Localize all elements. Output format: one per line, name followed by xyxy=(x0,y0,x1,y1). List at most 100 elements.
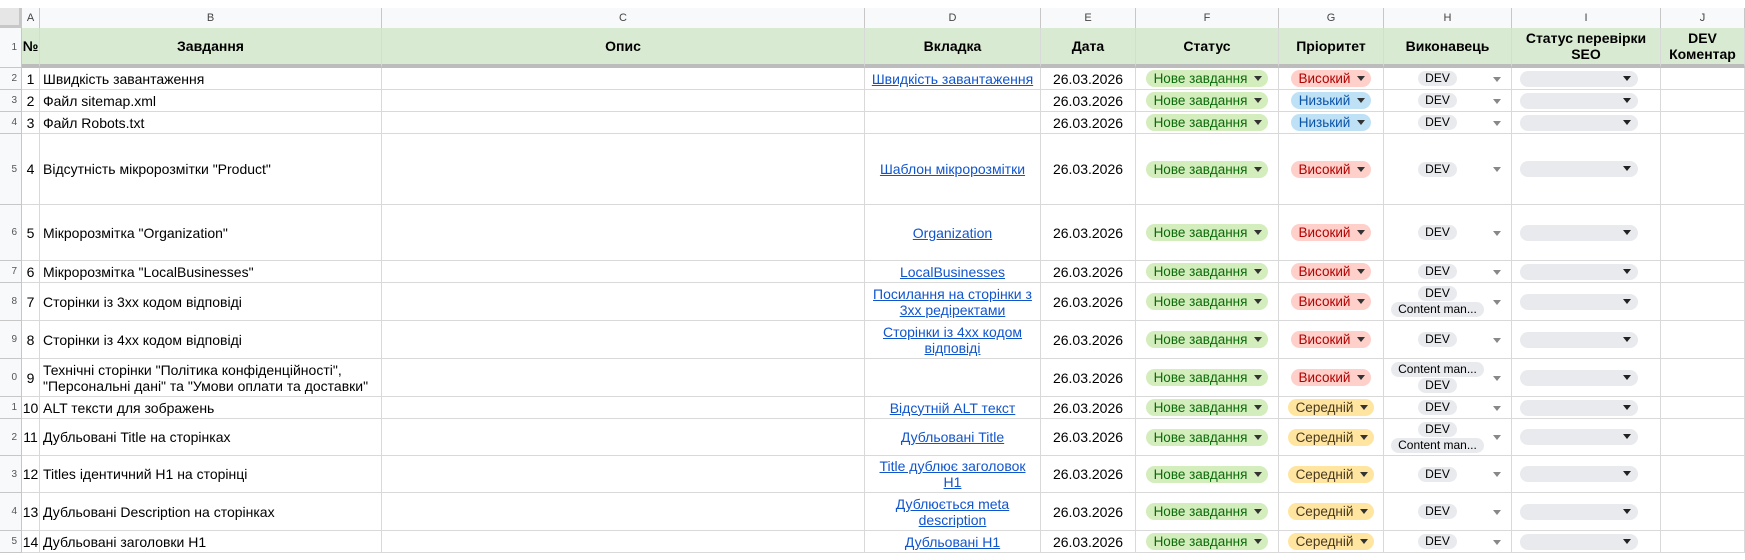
cell-status[interactable]: Нове завдання xyxy=(1136,90,1279,112)
header-desc[interactable]: Опис xyxy=(382,28,865,68)
seo-status-dropdown[interactable] xyxy=(1520,161,1638,177)
status-dropdown[interactable]: Нове завдання xyxy=(1145,263,1269,280)
assignee-dropdown[interactable]: DEV xyxy=(1384,261,1511,282)
priority-dropdown[interactable]: Середній xyxy=(1287,533,1375,550)
status-dropdown[interactable]: Нове завдання xyxy=(1145,503,1269,520)
column-letter-g[interactable]: G xyxy=(1279,8,1384,28)
row-number[interactable]: 3 xyxy=(0,456,22,493)
cell-assignee[interactable]: DEV xyxy=(1384,321,1512,359)
cell-num[interactable]: 6 xyxy=(22,261,40,283)
assignee-dropdown[interactable]: DEV xyxy=(1384,456,1511,492)
cell-priority[interactable]: Низький xyxy=(1279,112,1384,134)
cell-seo[interactable] xyxy=(1512,205,1661,261)
cell-task[interactable]: Мікророзмітка "LocalBusinesses" xyxy=(40,261,382,283)
assignee-dropdown[interactable]: DEV xyxy=(1384,321,1511,358)
cell-tab[interactable]: Дублюється meta description xyxy=(865,493,1041,531)
cell-desc[interactable] xyxy=(382,419,865,456)
tab-link[interactable]: Title дублює заголовок H1 xyxy=(871,458,1034,490)
row-number[interactable]: 4 xyxy=(0,112,22,134)
cell-status[interactable]: Нове завдання xyxy=(1136,359,1279,397)
priority-dropdown[interactable]: Високий xyxy=(1290,263,1372,280)
cell-num[interactable]: 9 xyxy=(22,359,40,397)
header-task[interactable]: Завдання xyxy=(40,28,382,68)
row-number[interactable]: 4 xyxy=(0,493,22,531)
cell-num[interactable]: 2 xyxy=(22,90,40,112)
cell-task[interactable]: Titles ідентичний Н1 на сторінці xyxy=(40,456,382,493)
cell-seo[interactable] xyxy=(1512,456,1661,493)
cell-date[interactable]: 26.03.2026 xyxy=(1041,397,1136,419)
cell-priority[interactable]: Середній xyxy=(1279,531,1384,553)
seo-status-dropdown[interactable] xyxy=(1520,70,1638,87)
cell-num[interactable]: 1 xyxy=(22,68,40,90)
cell-seo[interactable] xyxy=(1512,112,1661,134)
cell-num[interactable]: 3 xyxy=(22,112,40,134)
cell-tab[interactable]: Title дублює заголовок H1 xyxy=(865,456,1041,493)
cell-status[interactable]: Нове завдання xyxy=(1136,68,1279,90)
cell-dev-comment[interactable] xyxy=(1661,283,1745,321)
cell-desc[interactable] xyxy=(382,359,865,397)
cell-seo[interactable] xyxy=(1512,359,1661,397)
cell-dev-comment[interactable] xyxy=(1661,419,1745,456)
header-status[interactable]: Статус xyxy=(1136,28,1279,68)
cell-desc[interactable] xyxy=(382,493,865,531)
column-letter-e[interactable]: E xyxy=(1041,8,1136,28)
tab-link[interactable]: Посилання на сторінки з 3хх редіректами xyxy=(871,286,1034,318)
cell-date[interactable]: 26.03.2026 xyxy=(1041,90,1136,112)
cell-assignee[interactable]: DEV xyxy=(1384,134,1512,205)
cell-tab[interactable]: Посилання на сторінки з 3хх редіректами xyxy=(865,283,1041,321)
header-assignee[interactable]: Виконавець xyxy=(1384,28,1512,68)
cell-date[interactable]: 26.03.2026 xyxy=(1041,493,1136,531)
cell-date[interactable]: 26.03.2026 xyxy=(1041,419,1136,456)
cell-assignee[interactable]: Content man... DEV xyxy=(1384,359,1512,397)
cell-date[interactable]: 26.03.2026 xyxy=(1041,112,1136,134)
seo-status-dropdown[interactable] xyxy=(1520,224,1638,241)
tab-link[interactable]: Сторінки із 4хх кодом відповіді xyxy=(871,324,1034,356)
status-dropdown[interactable]: Нове завдання xyxy=(1145,92,1269,109)
cell-priority[interactable]: Високий xyxy=(1279,261,1384,283)
tab-link[interactable]: Відсутній ALT текст xyxy=(890,400,1016,416)
assignee-dropdown[interactable]: DEV Content man... xyxy=(1384,419,1511,455)
column-letter-b[interactable]: B xyxy=(40,8,382,28)
status-dropdown[interactable]: Нове завдання xyxy=(1145,331,1269,348)
cell-desc[interactable] xyxy=(382,112,865,134)
cell-task[interactable]: Файл Robots.txt xyxy=(40,112,382,134)
priority-dropdown[interactable]: Високий xyxy=(1290,70,1372,87)
cell-seo[interactable] xyxy=(1512,321,1661,359)
cell-desc[interactable] xyxy=(382,90,865,112)
tab-link[interactable]: Швидкість завантаження xyxy=(872,71,1033,87)
priority-dropdown[interactable]: Середній xyxy=(1287,503,1375,520)
tab-link[interactable]: Organization xyxy=(913,225,992,241)
row-number[interactable]: 1 xyxy=(0,397,22,419)
cell-dev-comment[interactable] xyxy=(1661,90,1745,112)
priority-dropdown[interactable]: Середній xyxy=(1287,399,1375,416)
priority-dropdown[interactable]: Високий xyxy=(1290,160,1372,178)
cell-seo[interactable] xyxy=(1512,419,1661,456)
cell-tab[interactable] xyxy=(865,359,1041,397)
cell-date[interactable]: 26.03.2026 xyxy=(1041,359,1136,397)
cell-tab[interactable] xyxy=(865,112,1041,134)
cell-tab[interactable]: Дубльовані Title xyxy=(865,419,1041,456)
cell-num[interactable]: 8 xyxy=(22,321,40,359)
cell-task[interactable]: Дубльовані Description на сторінках xyxy=(40,493,382,531)
column-letter-j[interactable]: J xyxy=(1661,8,1745,28)
priority-dropdown[interactable]: Високий xyxy=(1290,369,1372,386)
cell-seo[interactable] xyxy=(1512,261,1661,283)
cell-assignee[interactable]: DEV xyxy=(1384,112,1512,134)
cell-desc[interactable] xyxy=(382,134,865,205)
cell-status[interactable]: Нове завдання xyxy=(1136,321,1279,359)
cell-desc[interactable] xyxy=(382,456,865,493)
header-seo[interactable]: Статус перевірки SEO xyxy=(1512,28,1661,68)
priority-dropdown[interactable]: Високий xyxy=(1290,293,1372,310)
cell-tab[interactable]: LocalBusinesses xyxy=(865,261,1041,283)
cell-assignee[interactable]: DEV xyxy=(1384,531,1512,553)
cell-tab[interactable]: Відсутній ALT текст xyxy=(865,397,1041,419)
cell-priority[interactable]: Середній xyxy=(1279,419,1384,456)
header-priority[interactable]: Пріоритет xyxy=(1279,28,1384,68)
cell-tab[interactable] xyxy=(865,90,1041,112)
assignee-dropdown[interactable]: DEV xyxy=(1384,90,1511,111)
cell-task[interactable]: Сторінки із 4хх кодом відповіді xyxy=(40,321,382,359)
row-number[interactable]: 7 xyxy=(0,261,22,283)
cell-task[interactable]: Технічні сторінки "Політика конфіденційн… xyxy=(40,359,382,397)
cell-dev-comment[interactable] xyxy=(1661,397,1745,419)
cell-status[interactable]: Нове завдання xyxy=(1136,493,1279,531)
